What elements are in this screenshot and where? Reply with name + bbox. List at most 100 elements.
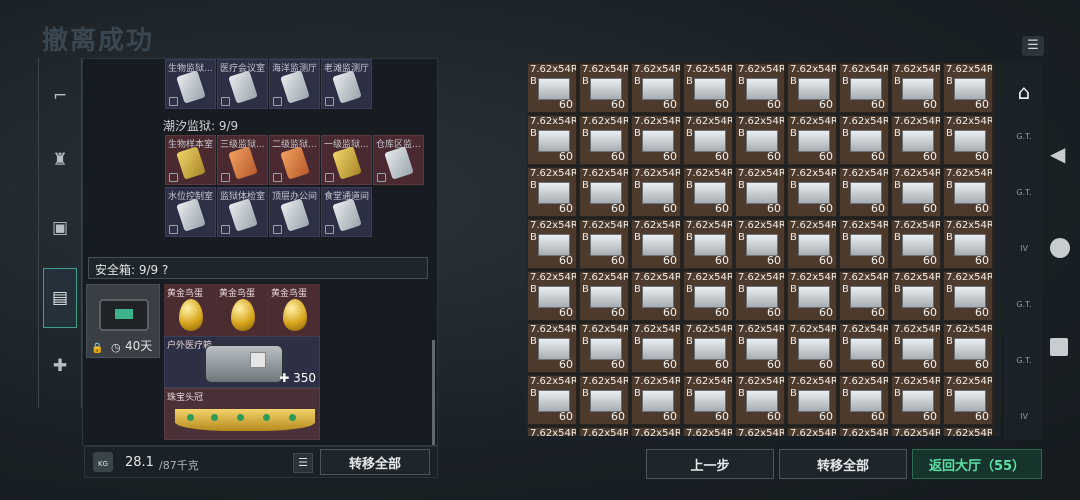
ammo-box-item[interactable]: 7.62x54RB60 xyxy=(683,63,733,113)
briefcase-icon[interactable]: ✚ xyxy=(43,336,77,396)
home-circle-icon[interactable] xyxy=(1050,238,1070,258)
ammo-box-item[interactable]: 7.62x54RB60 xyxy=(735,63,785,113)
ammo-box-item[interactable]: 7.62x54RB60 xyxy=(943,427,993,436)
ammo-box-item[interactable]: 7.62x54RB60 xyxy=(891,115,941,165)
ammo-box-item[interactable]: 7.62x54RB60 xyxy=(683,219,733,269)
ammo-box-item[interactable]: 7.62x54RB60 xyxy=(787,219,837,269)
ammo-box-item[interactable]: 7.62x54RB60 xyxy=(943,63,993,113)
ammo-box-item[interactable]: 7.62x54RB60 xyxy=(631,375,681,425)
panel-scrollbar[interactable] xyxy=(432,340,435,445)
ammo-box-item[interactable]: 7.62x54RB60 xyxy=(735,271,785,321)
right-item-2[interactable]: G.T. xyxy=(1012,188,1036,212)
ammo-box-item[interactable]: 7.62x54RB60 xyxy=(527,63,577,113)
ammo-box-item[interactable]: 7.62x54RB60 xyxy=(839,323,889,373)
ammo-box-item[interactable]: 7.62x54RB60 xyxy=(735,219,785,269)
item-golden-egg[interactable]: 黄金鸟蛋 xyxy=(164,284,216,336)
item-card[interactable]: 顶层办公间 xyxy=(269,187,320,237)
ammo-box-item[interactable]: 7.62x54RB60 xyxy=(579,323,629,373)
ammo-box-item[interactable]: 7.62x54RB60 xyxy=(631,115,681,165)
transfer-all-button[interactable]: 转移全部 xyxy=(779,449,907,479)
item-card[interactable]: 仓库区监... xyxy=(373,135,424,185)
item-card[interactable]: 海洋监测厅 xyxy=(269,59,320,109)
ammo-box-item[interactable]: 7.62x54RB60 xyxy=(579,375,629,425)
ammo-box-item[interactable]: 7.62x54RB60 xyxy=(839,375,889,425)
ammo-box-item[interactable]: 7.62x54RB60 xyxy=(579,167,629,217)
ammo-box-item[interactable]: 7.62x54RB60 xyxy=(631,219,681,269)
right-item-4[interactable]: G.T. xyxy=(1012,300,1036,324)
right-item-5[interactable]: G.T. xyxy=(1012,356,1036,380)
ammo-box-item[interactable]: 7.62x54RB60 xyxy=(891,375,941,425)
menu-list-icon[interactable]: ☰ xyxy=(1022,36,1044,56)
ammo-box-item[interactable]: 7.62x54RB60 xyxy=(579,271,629,321)
home-arch-icon[interactable]: ⌂ xyxy=(1012,80,1036,104)
ammo-box-item[interactable]: 7.62x54RB60 xyxy=(579,63,629,113)
recents-icon[interactable] xyxy=(1050,338,1068,356)
item-card[interactable]: 水位控制室 xyxy=(165,187,216,237)
ammo-box-item[interactable]: 7.62x54RB60 xyxy=(735,115,785,165)
item-card[interactable]: 二级监狱... xyxy=(269,135,320,185)
ammo-box-item[interactable]: 7.62x54RB60 xyxy=(839,219,889,269)
ammo-box-item[interactable]: 7.62x54RB60 xyxy=(943,219,993,269)
ammo-box-item[interactable]: 7.62x54RB60 xyxy=(891,219,941,269)
ammo-box-item[interactable]: 7.62x54RB60 xyxy=(527,427,577,436)
ammo-box-item[interactable]: 7.62x54RB60 xyxy=(735,427,785,436)
ammo-box-item[interactable]: 7.62x54RB60 xyxy=(787,63,837,113)
ammo-box-item[interactable]: 7.62x54RB60 xyxy=(891,167,941,217)
ammo-box-item[interactable]: 7.62x54RB60 xyxy=(527,167,577,217)
ammo-box-item[interactable]: 7.62x54RB60 xyxy=(631,63,681,113)
ammo-box-item[interactable]: 7.62x54RB60 xyxy=(787,167,837,217)
ammo-box-item[interactable]: 7.62x54RB60 xyxy=(891,271,941,321)
list-icon[interactable]: ☰ xyxy=(293,453,313,473)
ammo-box-item[interactable]: 7.62x54RB60 xyxy=(787,427,837,436)
ammo-box-item[interactable]: 7.62x54RB60 xyxy=(683,323,733,373)
ammo-box-item[interactable]: 7.62x54RB60 xyxy=(683,427,733,436)
ammo-box-item[interactable]: 7.62x54RB60 xyxy=(579,219,629,269)
container-icon[interactable]: ▤ xyxy=(43,268,77,328)
item-card[interactable]: 一级监狱... xyxy=(321,135,372,185)
item-card[interactable]: 生物样本室 xyxy=(165,135,216,185)
right-item-1[interactable]: G.T. xyxy=(1012,132,1036,156)
item-medkit[interactable]: 户外医疗箱 ✚ 350 xyxy=(164,336,320,388)
ammo-box-item[interactable]: 7.62x54RB60 xyxy=(631,167,681,217)
ammo-box-item[interactable]: 7.62x54RB60 xyxy=(631,271,681,321)
ammo-box-item[interactable]: 7.62x54RB60 xyxy=(527,323,577,373)
ammo-box-item[interactable]: 7.62x54RB60 xyxy=(891,427,941,436)
ammo-box-item[interactable]: 7.62x54RB60 xyxy=(735,167,785,217)
ammo-box-item[interactable]: 7.62x54RB60 xyxy=(527,219,577,269)
item-golden-egg[interactable]: 黄金鸟蛋 xyxy=(216,284,268,336)
item-golden-egg[interactable]: 黄金鸟蛋 xyxy=(268,284,320,336)
ammo-box-item[interactable]: 7.62x54RB60 xyxy=(527,375,577,425)
armor-icon[interactable]: ♜ xyxy=(43,130,77,190)
ammo-box-item[interactable]: 7.62x54RB60 xyxy=(891,63,941,113)
transfer-all-left-button[interactable]: 转移全部 xyxy=(320,449,430,475)
ammo-box-item[interactable]: 7.62x54RB60 xyxy=(683,167,733,217)
ammo-box-item[interactable]: 7.62x54RB60 xyxy=(787,323,837,373)
safe-box-bar[interactable]: 安全箱: 9/9 ? xyxy=(88,257,428,279)
right-item-6[interactable]: IV xyxy=(1012,412,1036,436)
item-card[interactable]: 食堂通道间 xyxy=(321,187,372,237)
ammo-box-item[interactable]: 7.62x54RB60 xyxy=(735,375,785,425)
ammo-box-item[interactable]: 7.62x54RB60 xyxy=(579,115,629,165)
ammo-box-item[interactable]: 7.62x54RB60 xyxy=(683,271,733,321)
ammo-box-item[interactable]: 7.62x54RB60 xyxy=(839,115,889,165)
ammo-box-item[interactable]: 7.62x54RB60 xyxy=(891,323,941,373)
ammo-box-item[interactable]: 7.62x54RB60 xyxy=(839,271,889,321)
previous-step-button[interactable]: 上一步 xyxy=(646,449,774,479)
ammo-box-item[interactable]: 7.62x54RB60 xyxy=(683,115,733,165)
ammo-box-item[interactable]: 7.62x54RB60 xyxy=(787,375,837,425)
ammo-box-item[interactable]: 7.62x54RB60 xyxy=(735,323,785,373)
ammo-box-item[interactable]: 7.62x54RB60 xyxy=(943,115,993,165)
ammo-box-item[interactable]: 7.62x54RB60 xyxy=(943,167,993,217)
item-crown[interactable]: 珠宝头冠 xyxy=(164,388,320,440)
return-lobby-button[interactable]: 返回大厅（55） xyxy=(912,449,1042,479)
item-card[interactable]: 老滩监测厅 xyxy=(321,59,372,109)
ammo-box-item[interactable]: 7.62x54RB60 xyxy=(839,427,889,436)
ammo-box-item[interactable]: 7.62x54RB60 xyxy=(631,427,681,436)
right-item-3[interactable]: IV xyxy=(1012,244,1036,268)
ammo-box-item[interactable]: 7.62x54RB60 xyxy=(839,167,889,217)
backpack-icon[interactable]: ▣ xyxy=(43,198,77,258)
ammo-box-item[interactable]: 7.62x54RB60 xyxy=(631,323,681,373)
item-card[interactable]: 生物监狱... xyxy=(165,59,216,109)
ammo-box-item[interactable]: 7.62x54RB60 xyxy=(943,271,993,321)
ammo-box-item[interactable]: 7.62x54RB60 xyxy=(579,427,629,436)
